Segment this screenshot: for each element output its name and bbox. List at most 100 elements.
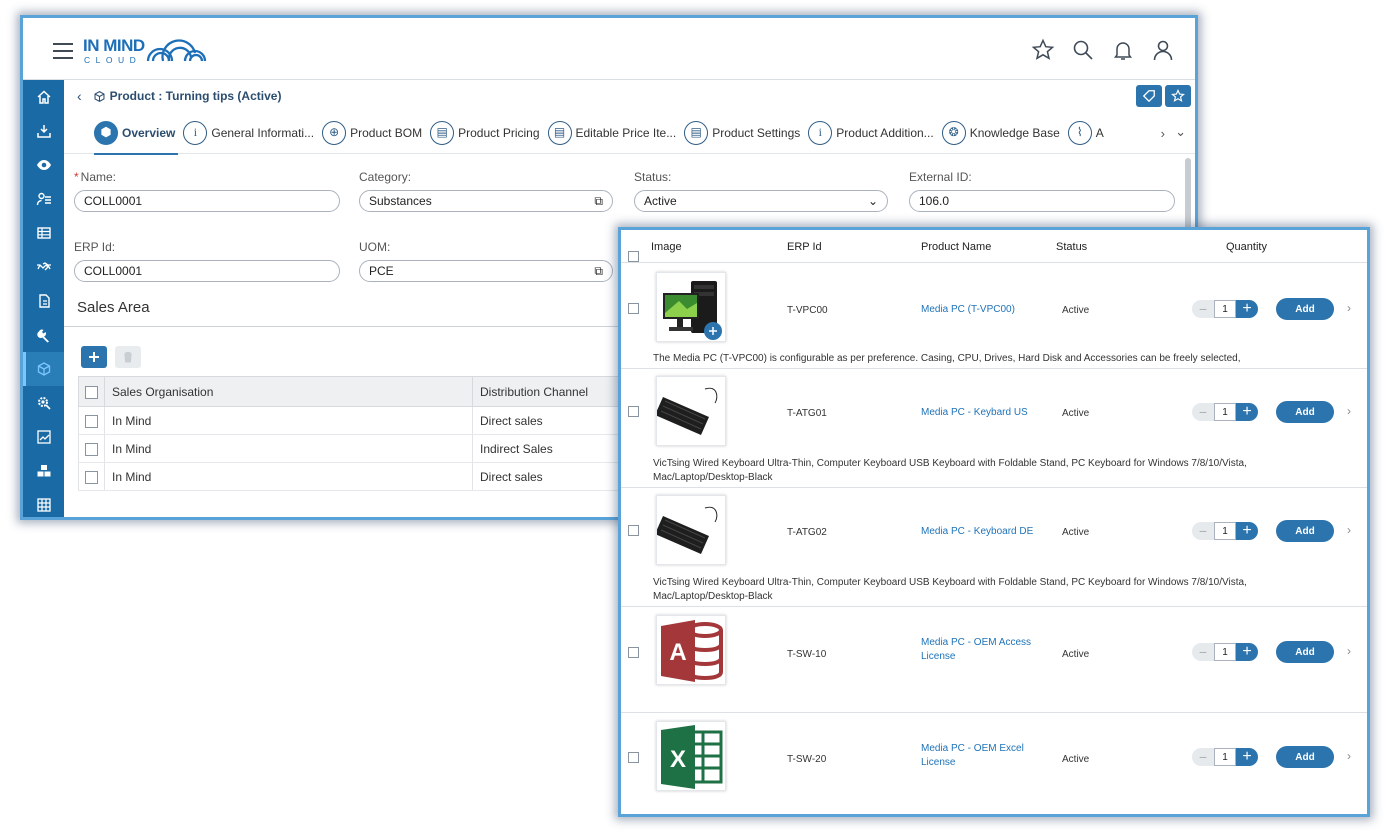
decrease-quantity-button[interactable]: − [1192, 300, 1214, 318]
search-icon[interactable] [1071, 38, 1095, 62]
decrease-quantity-button[interactable]: − [1192, 522, 1214, 540]
tab-editable-price-items[interactable]: ▤ Editable Price Ite... [547, 112, 676, 154]
sidebar-item-grid[interactable] [23, 488, 64, 517]
product-row[interactable]: T-ATG01 Media PC - Keybard US Active − 1… [621, 369, 1367, 488]
quantity-input[interactable]: 1 [1214, 522, 1236, 540]
chevron-right-icon[interactable]: › [1347, 644, 1351, 658]
sidebar-item-view[interactable] [23, 148, 64, 182]
table-row[interactable]: In Mind Direct sales [78, 462, 638, 491]
add-to-cart-button[interactable]: Add [1276, 746, 1334, 768]
column-header-erp-id[interactable]: ERP Id [787, 241, 822, 253]
keyboard-image[interactable] [656, 376, 726, 446]
product-name-link[interactable]: Media PC - OEM Access License [921, 636, 1051, 664]
category-field[interactable]: Substances ⧉ [359, 190, 613, 212]
product-row[interactable]: T-ATG02 Media PC - Keyboard DE Active − … [621, 488, 1367, 607]
quantity-input[interactable]: 1 [1214, 643, 1236, 661]
favorite-button[interactable] [1165, 85, 1191, 107]
product-row[interactable]: T-VPC00 Media PC (T-VPC00) Active − 1 + … [621, 263, 1367, 369]
sidebar-item-home[interactable] [23, 80, 64, 114]
tab-product-pricing[interactable]: ▤ Product Pricing [430, 112, 540, 154]
chevron-right-icon[interactable]: › [1347, 301, 1351, 315]
bell-icon[interactable] [1111, 38, 1135, 62]
lookup-icon[interactable]: ⧉ [594, 264, 603, 279]
table-row[interactable]: In Mind Indirect Sales [78, 434, 638, 463]
quantity-input[interactable]: 1 [1214, 403, 1236, 421]
tab-attachments[interactable]: ⌇ A [1067, 112, 1104, 154]
increase-quantity-button[interactable]: + [1236, 300, 1258, 318]
product-name-link[interactable]: Media PC - Keybard US [921, 406, 1051, 420]
product-row[interactable]: A T-SW-10 Media PC - OEM Access License … [621, 607, 1367, 713]
product-name-link[interactable]: Media PC (T-VPC00) [921, 303, 1051, 317]
row-checkbox[interactable] [628, 406, 639, 417]
uom-field[interactable]: PCE ⧉ [359, 260, 613, 282]
delete-sales-area-button[interactable] [115, 346, 141, 368]
tag-button[interactable] [1136, 85, 1162, 107]
table-row[interactable]: In Mind Direct sales [78, 406, 638, 435]
row-checkbox[interactable] [85, 470, 98, 484]
column-header-sales-org[interactable]: Sales Organisation [104, 376, 473, 407]
row-checkbox[interactable] [628, 525, 639, 536]
row-checkbox[interactable] [628, 647, 639, 658]
column-header-image[interactable]: Image [651, 241, 682, 253]
column-header-quantity[interactable]: Quantity [1226, 241, 1267, 253]
back-button[interactable]: ‹ [77, 88, 82, 104]
keyboard-image[interactable] [656, 495, 726, 565]
quantity-input[interactable]: 1 [1214, 748, 1236, 766]
erp-id-field[interactable]: COLL0001 [74, 260, 340, 282]
sidebar-item-download[interactable] [23, 114, 64, 148]
column-header-distribution-channel[interactable]: Distribution Channel [472, 376, 638, 407]
increase-quantity-button[interactable]: + [1236, 522, 1258, 540]
select-all-checkbox[interactable] [628, 251, 639, 262]
sidebar-item-table[interactable] [23, 216, 64, 250]
add-to-cart-button[interactable]: Add [1276, 520, 1334, 542]
chevron-down-icon[interactable]: ⌄ [1175, 124, 1186, 140]
tab-product-additional[interactable]: i Product Addition... [808, 112, 934, 154]
tabs-next-icon[interactable]: › [1161, 126, 1165, 141]
user-icon[interactable] [1151, 38, 1175, 62]
tab-product-bom[interactable]: ⊕ Product BOM [322, 112, 422, 154]
row-checkbox[interactable] [85, 442, 98, 456]
hamburger-menu-icon[interactable] [53, 43, 73, 64]
product-name-link[interactable]: Media PC - Keyboard DE [921, 525, 1051, 539]
chevron-right-icon[interactable]: › [1347, 523, 1351, 537]
external-id-field[interactable]: 106.0 [909, 190, 1175, 212]
product-row[interactable]: X T-SW-20 Media PC - OEM Excel License A… [621, 713, 1367, 814]
sidebar-item-tools[interactable] [23, 318, 64, 352]
increase-quantity-button[interactable]: + [1236, 403, 1258, 421]
decrease-quantity-button[interactable]: − [1192, 748, 1214, 766]
tab-product-settings[interactable]: ▤ Product Settings [684, 112, 800, 154]
row-checkbox[interactable] [85, 414, 98, 428]
sidebar-item-users[interactable] [23, 182, 64, 216]
select-all-checkbox[interactable] [85, 385, 98, 399]
sidebar-item-bundles[interactable] [23, 454, 64, 488]
tab-general-information[interactable]: i General Informati... [183, 112, 314, 154]
desktop-pc-image[interactable] [656, 272, 726, 342]
increase-quantity-button[interactable]: + [1236, 748, 1258, 766]
column-header-status[interactable]: Status [1056, 241, 1087, 253]
lookup-icon[interactable]: ⧉ [594, 194, 603, 209]
decrease-quantity-button[interactable]: − [1192, 403, 1214, 421]
chevron-right-icon[interactable]: › [1347, 749, 1351, 763]
tab-overview[interactable]: ⬢ Overview [94, 112, 179, 155]
add-sales-area-button[interactable] [81, 346, 107, 368]
access-logo-image[interactable]: A [656, 615, 726, 685]
sidebar-item-reports[interactable] [23, 420, 64, 454]
status-select[interactable]: Active ⌄ [634, 190, 888, 212]
sidebar-item-partners[interactable] [23, 250, 64, 284]
sidebar-item-settings[interactable] [23, 386, 64, 420]
quantity-input[interactable]: 1 [1214, 300, 1236, 318]
tab-knowledge-base[interactable]: ❂ Knowledge Base [941, 112, 1060, 154]
name-field[interactable]: COLL0001 [74, 190, 340, 212]
add-to-cart-button[interactable]: Add [1276, 641, 1334, 663]
row-checkbox[interactable] [628, 303, 639, 314]
row-checkbox[interactable] [628, 752, 639, 763]
star-icon[interactable] [1031, 38, 1055, 62]
sidebar-item-documents[interactable] [23, 284, 64, 318]
excel-logo-image[interactable]: X [656, 721, 726, 791]
add-to-cart-button[interactable]: Add [1276, 298, 1334, 320]
sidebar-item-products[interactable] [23, 352, 64, 386]
product-name-link[interactable]: Media PC - OEM Excel License [921, 742, 1051, 770]
chevron-right-icon[interactable]: › [1347, 404, 1351, 418]
add-to-cart-button[interactable]: Add [1276, 401, 1334, 423]
decrease-quantity-button[interactable]: − [1192, 643, 1214, 661]
